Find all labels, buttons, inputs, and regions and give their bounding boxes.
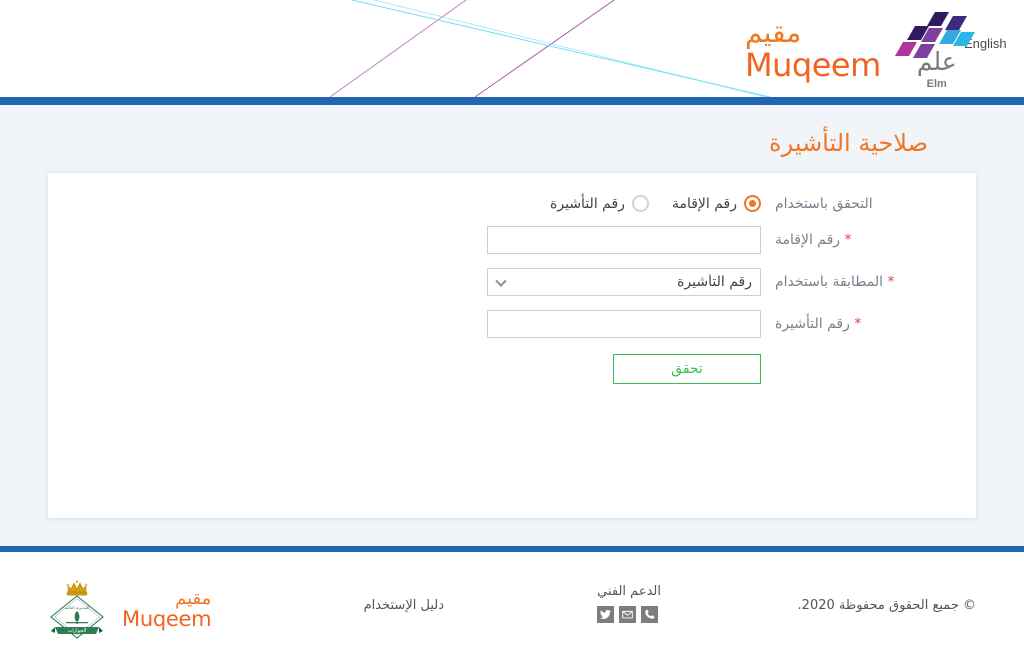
- radio-dot-iqama[interactable]: [744, 195, 761, 212]
- copyright-text: © جميع الحقوق محفوظة 2020.: [797, 598, 976, 613]
- page-root: English مقيم Muqeem علم Elm صلاحية التأش…: [0, 0, 1024, 654]
- visa-number-label: * رقم التأشيرة: [761, 316, 976, 332]
- radio-label-visa: رقم التأشيرة: [550, 195, 625, 212]
- verify-by-control: رقم الإقامة رقم التأشيرة: [486, 195, 761, 212]
- muqeem-logo-english: Muqeem: [745, 46, 881, 84]
- iqama-number-label: * رقم الإقامة: [761, 232, 976, 248]
- site-header: English مقيم Muqeem علم Elm: [0, 0, 1024, 97]
- iqama-number-control: [486, 226, 761, 254]
- emblem-ribbon-text: الجوازات: [68, 628, 87, 634]
- main-content: صلاحية التأشيرة التحقق باستخدام رقم الإق…: [0, 105, 1024, 546]
- footer-muqeem-logo[interactable]: مقيم Muqeem: [122, 587, 212, 632]
- radio-dot-visa[interactable]: [631, 195, 649, 212]
- chevron-down-icon[interactable]: [495, 275, 507, 287]
- header-brand[interactable]: مقيم Muqeem علم Elm: [745, 10, 983, 90]
- saudi-passports-emblem-icon: المديرية العامة الجوازات: [50, 580, 104, 639]
- footer-muqeem-arabic: مقيم: [175, 587, 212, 609]
- radio-option-visa[interactable]: رقم التأشيرة: [550, 195, 649, 212]
- match-by-select[interactable]: رقم التأشيرة: [487, 268, 761, 296]
- muqeem-logo-arabic: مقيم: [745, 16, 802, 49]
- form-row-visa-number: * رقم التأشيرة: [48, 310, 976, 338]
- visa-number-input[interactable]: [487, 310, 761, 338]
- match-by-label: * المطابقة باستخدام: [761, 274, 976, 290]
- support-title: الدعم الفني: [597, 584, 661, 599]
- form-row-iqama-number: * رقم الإقامة: [48, 226, 976, 254]
- svg-text:المديرية العامة: المديرية العامة: [65, 605, 89, 610]
- elm-logo-english: Elm: [926, 78, 947, 90]
- muqeem-logo[interactable]: مقيم Muqeem: [745, 16, 881, 84]
- verify-button[interactable]: تحقق: [613, 354, 761, 384]
- match-by-selected-value: رقم التأشيرة: [677, 274, 752, 290]
- required-asterisk: *: [844, 232, 852, 248]
- verification-card: التحقق باستخدام رقم الإقامة رقم التأشيرة: [48, 173, 976, 518]
- visa-validity-form: التحقق باستخدام رقم الإقامة رقم التأشيرة: [48, 173, 976, 384]
- match-by-label-text: المطابقة باستخدام: [775, 274, 883, 290]
- page-title: صلاحية التأشيرة: [769, 129, 928, 157]
- match-by-select-wrap[interactable]: رقم التأشيرة: [487, 268, 761, 296]
- elm-logo-arabic: علم: [916, 47, 957, 76]
- user-guide-link[interactable]: دليل الإستخدام: [364, 598, 444, 613]
- radio-option-iqama[interactable]: رقم الإقامة: [672, 195, 761, 212]
- required-asterisk: *: [887, 274, 895, 290]
- visa-number-label-text: رقم التأشيرة: [775, 316, 850, 332]
- form-actions: تحقق: [48, 354, 976, 384]
- support-section: الدعم الفني: [597, 584, 661, 623]
- site-footer: © جميع الحقوق محفوظة 2020. الدعم الفني د…: [0, 552, 1024, 652]
- radio-label-iqama: رقم الإقامة: [671, 195, 737, 212]
- required-asterisk: *: [854, 316, 862, 332]
- form-row-verify-by: التحقق باستخدام رقم الإقامة رقم التأشيرة: [48, 195, 976, 212]
- verify-by-radio-group[interactable]: رقم الإقامة رقم التأشيرة: [550, 195, 761, 212]
- iqama-number-input[interactable]: [487, 226, 761, 254]
- elm-logo[interactable]: علم Elm: [891, 10, 983, 90]
- footer-brand[interactable]: المديرية العامة الجوازات مقيم Muqeem: [48, 578, 212, 642]
- twitter-icon[interactable]: [597, 606, 615, 623]
- form-row-match-by: * المطابقة باستخدام رقم التأشيرة: [48, 268, 976, 296]
- footer-muqeem-english: Muqeem: [122, 607, 212, 632]
- visa-number-control: [486, 310, 761, 338]
- header-blue-divider: [0, 97, 1024, 105]
- email-icon[interactable]: [619, 606, 637, 623]
- form-actions-spacer: [761, 354, 976, 384]
- verify-by-label: التحقق باستخدام: [775, 195, 873, 212]
- iqama-number-label-text: رقم الإقامة: [775, 232, 841, 248]
- match-by-control: رقم التأشيرة: [486, 268, 761, 296]
- social-links: [597, 606, 661, 623]
- phone-icon[interactable]: [641, 606, 659, 623]
